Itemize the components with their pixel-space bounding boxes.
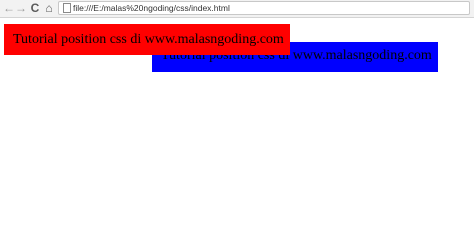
page-icon [63, 3, 71, 13]
address-bar[interactable]: file:///E:/malas%20ngoding/css/index.htm… [58, 1, 470, 15]
red-box-text: Tutorial position css di www.malasngodin… [13, 32, 284, 47]
url-text[interactable]: file:///E:/malas%20ngoding/css/index.htm… [73, 2, 230, 14]
page-viewport: Tutorial position css di www.malasngodin… [0, 18, 474, 232]
browser-toolbar: ← → C ⌂ file:///E:/malas%20ngoding/css/i… [0, 0, 474, 18]
forward-arrow-icon[interactable]: → [15, 1, 27, 16]
home-icon[interactable]: ⌂ [43, 1, 55, 16]
red-positioned-box: Tutorial position css di www.malasngodin… [4, 24, 290, 55]
back-arrow-icon[interactable]: ← [3, 1, 15, 16]
reload-icon[interactable]: C [29, 1, 41, 16]
